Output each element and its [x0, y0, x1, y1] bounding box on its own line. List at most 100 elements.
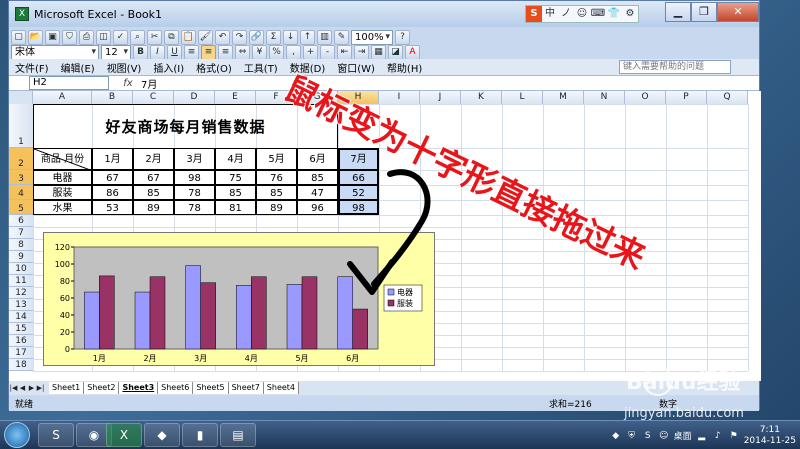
row-header-3[interactable]: 3 [9, 170, 33, 185]
data-cell[interactable]: 85 [133, 185, 174, 200]
header-corner-cell[interactable]: 商品 月份 [33, 148, 93, 171]
menu-format[interactable]: 格式(O) [190, 60, 238, 75]
tab-last-icon[interactable]: ▶| [36, 384, 45, 392]
row-header-11[interactable]: 11 [9, 275, 33, 287]
fill-color-icon[interactable]: ◪ [388, 44, 403, 60]
bar-电器-4月[interactable] [236, 285, 252, 350]
font-color-icon[interactable]: A [405, 44, 420, 60]
ime-punct-icon[interactable]: ノ [558, 6, 574, 22]
percent-icon[interactable]: % [269, 44, 284, 60]
row-header-4[interactable]: 4 [9, 185, 33, 200]
data-cell[interactable]: 78 [174, 200, 215, 215]
data-cell[interactable]: 75 [215, 170, 256, 185]
data-cell[interactable]: 85 [256, 185, 297, 200]
menu-file[interactable]: 文件(F) [9, 60, 55, 75]
column-header-Q[interactable]: Q [707, 91, 748, 104]
row-header-10[interactable]: 10 [9, 263, 33, 275]
item-label-2[interactable]: 服装 [33, 185, 92, 200]
column-header-C[interactable]: C [133, 91, 174, 104]
tab-next-icon[interactable]: ▶ [27, 384, 36, 392]
month-header-6[interactable]: 6月 [297, 148, 338, 170]
tray-network-icon[interactable]: ▂ [696, 430, 708, 442]
table-title-cell[interactable]: 好友商场每月销售数据 [33, 104, 338, 148]
menu-view[interactable]: 视图(V) [101, 60, 148, 75]
tab-sheet4[interactable]: Sheet4 [263, 382, 300, 394]
row-header-17[interactable]: 17 [9, 347, 33, 359]
fx-icon[interactable]: fx [119, 78, 137, 89]
close-button[interactable]: ✕ [717, 2, 759, 22]
bar-服装-2月[interactable] [149, 276, 166, 350]
column-header-L[interactable]: L [502, 91, 543, 104]
ime-skin-icon[interactable]: 👕 [606, 6, 622, 22]
worksheet[interactable]: ABCDEFGHIJKLMNOPQ 1 2 3 4 5 6 7 8 9 10 11 12 13 14 15 1… [9, 91, 761, 381]
select-all-corner[interactable] [9, 91, 33, 104]
maximize-button[interactable]: ❐ [691, 2, 717, 22]
formula-input[interactable]: 7月 [141, 76, 157, 91]
bar-电器-2月[interactable] [134, 291, 151, 350]
column-header-P[interactable]: P [666, 91, 707, 104]
align-right-icon[interactable]: ≡ [218, 44, 233, 60]
column-header-J[interactable]: J [420, 91, 461, 104]
ime-emoji-icon[interactable]: ☺ [574, 6, 590, 22]
row-header-5[interactable]: 5 [9, 200, 33, 215]
bar-服装-4月[interactable] [251, 276, 267, 350]
menu-window[interactable]: 窗口(W) [331, 60, 381, 75]
row-header-14[interactable]: 14 [9, 311, 33, 323]
row-header-15[interactable]: 15 [9, 323, 33, 335]
row-header-13[interactable]: 13 [9, 299, 33, 311]
comma-style-icon[interactable]: , [286, 44, 301, 60]
column-header-I[interactable]: I [379, 91, 420, 104]
taskbar-excel-icon[interactable]: X [106, 423, 142, 447]
column-header-A[interactable]: A [33, 91, 92, 104]
row-header-2[interactable]: 2 [9, 148, 33, 170]
tray-sogou-icon[interactable]: S [642, 430, 654, 442]
menu-insert[interactable]: 插入(I) [147, 60, 190, 75]
row-header-1[interactable]: 1 [9, 104, 33, 148]
data-cell[interactable]: 67 [133, 170, 174, 185]
sogou-ime-icon[interactable]: S [526, 6, 542, 22]
tray-volume-icon[interactable]: ♪ [712, 430, 724, 442]
bar-服装-6月[interactable] [352, 308, 368, 350]
align-left-icon[interactable]: ≡ [184, 44, 199, 60]
row-header-9[interactable]: 9 [9, 251, 33, 263]
menu-tools[interactable]: 工具(T) [238, 60, 284, 75]
tab-sheet5[interactable]: Sheet5 [193, 382, 229, 394]
data-cell[interactable]: 96 [297, 200, 338, 215]
tray-flag-icon[interactable]: ⚑ [728, 430, 740, 442]
menu-help[interactable]: 帮助(H) [381, 60, 428, 75]
start-button[interactable] [4, 422, 30, 448]
data-cell[interactable]: 85 [297, 170, 338, 185]
row-header-7[interactable]: 7 [9, 227, 33, 239]
row-header-8[interactable]: 8 [9, 239, 33, 251]
row-header-16[interactable]: 16 [9, 335, 33, 347]
font-name-select[interactable]: 宋体 [11, 44, 99, 60]
column-header-B[interactable]: B [92, 91, 133, 104]
bar-服装-1月[interactable] [99, 275, 115, 350]
ime-chinese-mode-icon[interactable]: 中 [542, 6, 558, 22]
data-cell[interactable]: 86 [92, 185, 133, 200]
data-cell[interactable]: 53 [92, 200, 133, 215]
data-cell[interactable]: 89 [256, 200, 297, 215]
row-header-18[interactable]: 18 [9, 359, 33, 371]
data-cell[interactable]: 78 [174, 185, 215, 200]
bold-icon[interactable]: B [133, 44, 148, 60]
column-header-F[interactable]: F [256, 91, 297, 104]
month-header-1[interactable]: 1月 [92, 148, 133, 170]
column-header-K[interactable]: K [461, 91, 502, 104]
italic-icon[interactable]: I [150, 44, 165, 60]
merge-center-icon[interactable]: ⇔ [235, 44, 250, 60]
column-header-O[interactable]: O [625, 91, 666, 104]
bar-电器-1月[interactable] [84, 291, 100, 350]
column-header-G[interactable]: G [297, 91, 338, 104]
column-header-E[interactable]: E [215, 91, 256, 104]
month-header-4[interactable]: 4月 [215, 148, 256, 170]
align-center-icon[interactable]: ≡ [201, 44, 216, 60]
data-cell[interactable]: 98 [174, 170, 215, 185]
month-header-5[interactable]: 5月 [256, 148, 297, 170]
menu-edit[interactable]: 编辑(E) [55, 60, 101, 75]
tab-sheet6[interactable]: Sheet6 [158, 382, 194, 394]
bar-电器-6月[interactable] [337, 276, 353, 350]
name-box[interactable]: H2 [29, 76, 109, 90]
data-cell[interactable]: 85 [215, 185, 256, 200]
column-header-N[interactable]: N [584, 91, 625, 104]
